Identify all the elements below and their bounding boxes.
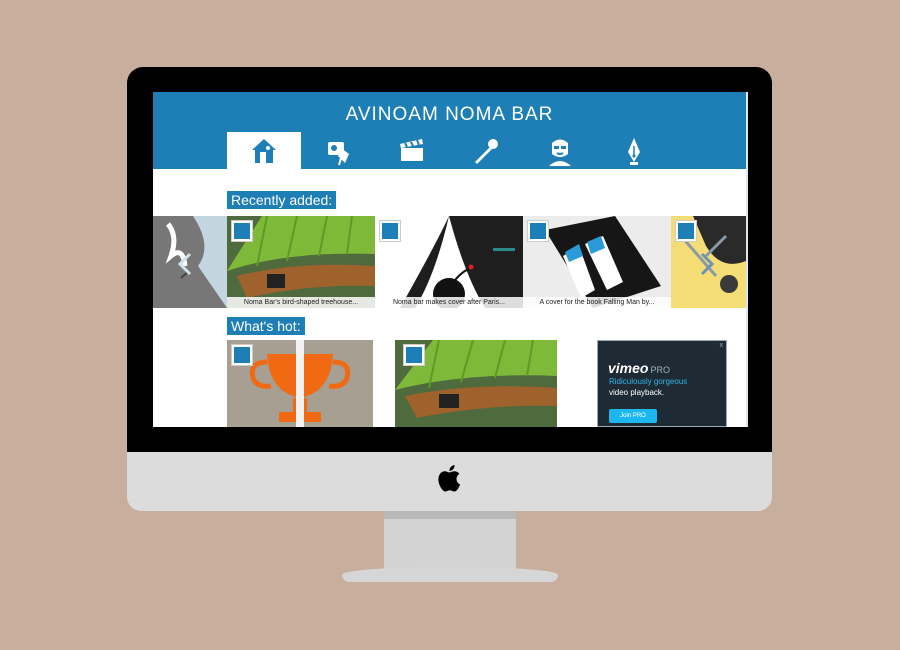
ad-brand-suffix: PRO	[650, 365, 670, 375]
ad-headline: Ridiculously gorgeous	[609, 377, 688, 386]
whats-hot-heading: What's hot:	[227, 317, 305, 335]
pin-icon	[328, 141, 349, 165]
ad-brand: vimeo PRO	[608, 360, 670, 376]
screen: AVINOAM NOMA BAR Recently added: Noma Ba…	[153, 92, 748, 427]
card-caption: A cover for the book Falling Man by...	[523, 297, 671, 308]
nav-portrait[interactable]	[523, 132, 597, 169]
monitor-stand-neck	[384, 511, 516, 575]
recent-card-bomb[interactable]: Noma bar makes cover after Paris...	[375, 216, 523, 308]
monitor-stand-foot	[342, 567, 558, 582]
apple-logo-icon	[438, 465, 461, 492]
clapperboard-icon	[400, 138, 423, 161]
nav-clapperboard[interactable]	[375, 132, 449, 169]
microphone-icon	[475, 138, 498, 164]
recently-added-heading: Recently added:	[227, 191, 337, 209]
recent-card-partial-right[interactable]	[671, 216, 746, 308]
card-badge-icon	[675, 220, 697, 242]
card-badge-icon	[527, 220, 549, 242]
nav-microphone[interactable]	[449, 132, 523, 169]
recent-card-book[interactable]: A cover for the book Falling Man by...	[523, 216, 671, 308]
card-badge-icon	[231, 344, 253, 366]
monitor-stand-shadow	[384, 511, 516, 519]
nav-pen[interactable]	[597, 132, 671, 169]
card-caption: Noma bar makes cover after Paris...	[375, 297, 523, 308]
hot-card-trophy[interactable]	[227, 340, 373, 427]
carousel-next-arrow-icon[interactable]	[699, 252, 715, 276]
ad-subline: video playback.	[609, 388, 665, 397]
recent-card-treehouse[interactable]: Noma Bar's bird-shaped treehouse...	[227, 216, 375, 308]
card-badge-icon	[231, 220, 253, 242]
vimeo-ad[interactable]: x vimeo PRO Ridiculously gorgeous video p…	[597, 340, 727, 427]
card-badge-icon	[379, 220, 401, 242]
ad-brand-name: vimeo	[608, 360, 649, 376]
ad-close-icon[interactable]: x	[720, 342, 724, 349]
site-header: AVINOAM NOMA BAR	[153, 92, 746, 169]
card-caption: Noma Bar's bird-shaped treehouse...	[227, 297, 375, 308]
card-badge-icon	[403, 344, 425, 366]
scrollbar[interactable]	[746, 92, 748, 427]
portrait-icon	[549, 139, 571, 166]
carousel-prev-arrow-icon[interactable]	[177, 252, 193, 276]
site-title[interactable]: AVINOAM NOMA BAR	[153, 104, 746, 126]
nav-home[interactable]	[227, 132, 301, 169]
home-icon	[252, 138, 276, 163]
pen-nib-icon	[628, 137, 640, 165]
ad-join-button[interactable]: Join PRO	[609, 409, 657, 423]
hot-card-treehouse[interactable]	[395, 340, 557, 427]
nav-pin[interactable]	[301, 132, 375, 169]
recent-card-partial-left[interactable]	[153, 216, 227, 308]
